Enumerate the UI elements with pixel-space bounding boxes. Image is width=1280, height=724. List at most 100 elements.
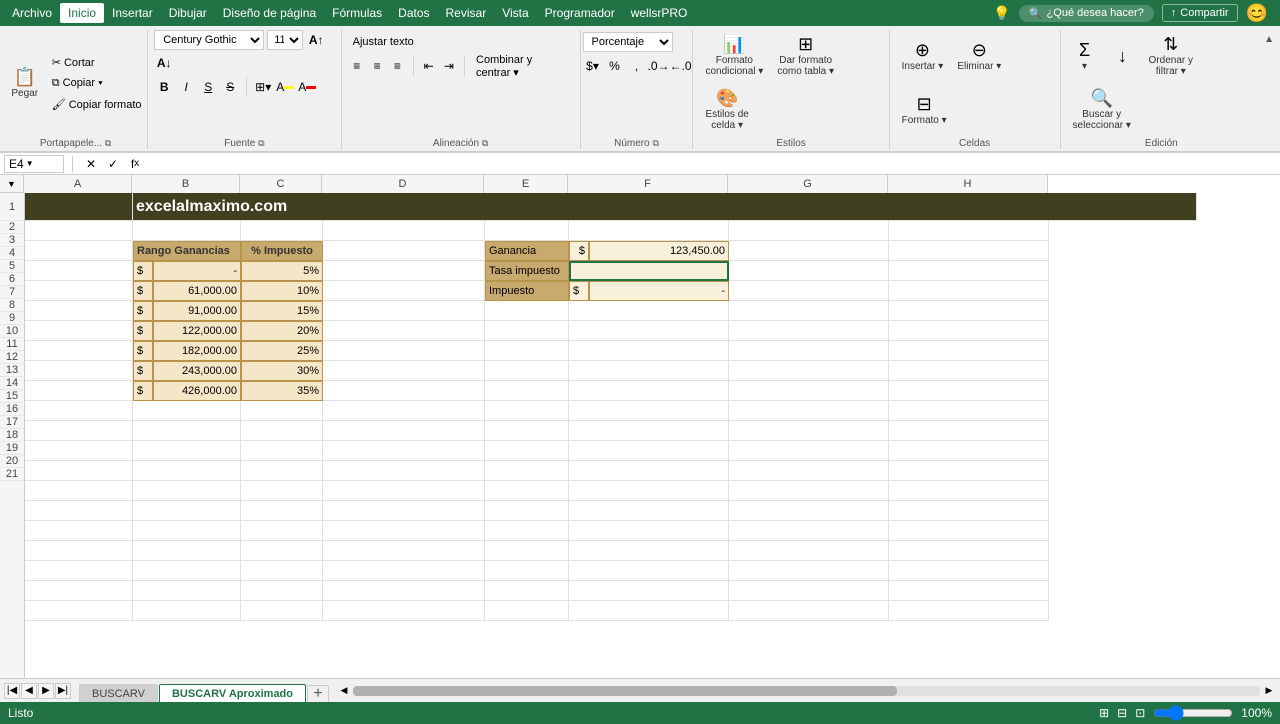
cell-C7-pct[interactable]: 20% bbox=[241, 321, 323, 341]
decimal-increase-button[interactable]: .0→ bbox=[649, 56, 669, 76]
horizontal-scrollbar[interactable]: ◀ ▶ bbox=[337, 684, 1276, 698]
view-normal-icon[interactable]: ⊞ bbox=[1099, 706, 1109, 720]
row-num-13[interactable]: 13 bbox=[0, 364, 24, 377]
cell-F9[interactable] bbox=[569, 361, 729, 381]
row-num-11[interactable]: 11 bbox=[0, 338, 24, 351]
cell-D2[interactable] bbox=[323, 221, 485, 241]
row-num-3[interactable]: 3 bbox=[0, 234, 24, 247]
cell-C5-pct[interactable]: 10% bbox=[241, 281, 323, 301]
lightbulb-icon[interactable]: 💡 bbox=[993, 5, 1010, 22]
cell-B8-value[interactable]: 182,000.00 bbox=[153, 341, 241, 361]
strikethrough-button[interactable]: S bbox=[220, 77, 240, 97]
cell-F12[interactable] bbox=[569, 421, 729, 441]
cell-B20[interactable] bbox=[133, 581, 241, 601]
cell-B5-dollar[interactable]: $ bbox=[133, 281, 153, 301]
row-num-1[interactable]: 1 bbox=[0, 193, 24, 221]
cell-F8[interactable] bbox=[569, 341, 729, 361]
cell-A14[interactable] bbox=[25, 461, 133, 481]
cell-A2[interactable] bbox=[25, 221, 133, 241]
cell-H7[interactable] bbox=[889, 321, 1049, 341]
cell-F21[interactable] bbox=[569, 601, 729, 621]
cell-C19[interactable] bbox=[241, 561, 323, 581]
cell-B5-value[interactable]: 61,000.00 bbox=[153, 281, 241, 301]
cell-D11[interactable] bbox=[323, 401, 485, 421]
cell-H14[interactable] bbox=[889, 461, 1049, 481]
cell-B2[interactable] bbox=[133, 221, 241, 241]
cell-E15[interactable] bbox=[485, 481, 569, 501]
cell-E10[interactable] bbox=[485, 381, 569, 401]
increase-font-button[interactable]: A↑ bbox=[306, 30, 326, 50]
cell-D17[interactable] bbox=[323, 521, 485, 541]
fill-button[interactable]: ↓ bbox=[1105, 30, 1141, 82]
share-button[interactable]: ↑ Compartir bbox=[1162, 4, 1238, 22]
cell-F2[interactable] bbox=[569, 221, 729, 241]
menu-vista[interactable]: Vista bbox=[494, 3, 536, 23]
cell-D15[interactable] bbox=[323, 481, 485, 501]
cell-B9-value[interactable]: 243,000.00 bbox=[153, 361, 241, 381]
cell-A15[interactable] bbox=[25, 481, 133, 501]
cell-C4-pct[interactable]: 5% bbox=[241, 261, 323, 281]
menu-dibujar[interactable]: Dibujar bbox=[161, 3, 215, 23]
cell-H6[interactable] bbox=[889, 301, 1049, 321]
delete-button[interactable]: ⊖ Eliminar ▾ bbox=[951, 30, 1007, 82]
menu-formulas[interactable]: Fórmulas bbox=[324, 3, 390, 23]
cell-D7[interactable] bbox=[323, 321, 485, 341]
cell-G7[interactable] bbox=[729, 321, 889, 341]
menu-revisar[interactable]: Revisar bbox=[438, 3, 495, 23]
cell-B9-dollar[interactable]: $ bbox=[133, 361, 153, 381]
cell-G12[interactable] bbox=[729, 421, 889, 441]
cell-G18[interactable] bbox=[729, 541, 889, 561]
cell-B4-dollar[interactable]: $ bbox=[133, 261, 153, 281]
cell-E19[interactable] bbox=[485, 561, 569, 581]
cell-G11[interactable] bbox=[729, 401, 889, 421]
cell-F18[interactable] bbox=[569, 541, 729, 561]
comma-button[interactable]: , bbox=[627, 56, 647, 76]
cell-G8[interactable] bbox=[729, 341, 889, 361]
cell-H8[interactable] bbox=[889, 341, 1049, 361]
cell-F20[interactable] bbox=[569, 581, 729, 601]
col-header-C[interactable]: C bbox=[240, 175, 322, 193]
cell-F13[interactable] bbox=[569, 441, 729, 461]
cell-C18[interactable] bbox=[241, 541, 323, 561]
cell-B11[interactable] bbox=[133, 401, 241, 421]
cell-D3[interactable] bbox=[323, 241, 485, 261]
cell-G17[interactable] bbox=[729, 521, 889, 541]
font-color-button[interactable]: A bbox=[297, 77, 317, 97]
cell-F5-value[interactable]: - bbox=[589, 281, 729, 301]
conditional-format-button[interactable]: 📊 Formatocondicional ▾ bbox=[699, 30, 769, 82]
cell-A19[interactable] bbox=[25, 561, 133, 581]
underline-button[interactable]: S bbox=[198, 77, 218, 97]
cell-B8-dollar[interactable]: $ bbox=[133, 341, 153, 361]
cell-H3[interactable] bbox=[889, 241, 1049, 261]
cell-H13[interactable] bbox=[889, 441, 1049, 461]
menu-inicio[interactable]: Inicio bbox=[60, 3, 104, 23]
cell-A21[interactable] bbox=[25, 601, 133, 621]
cell-E2[interactable] bbox=[485, 221, 569, 241]
cell-B6-value[interactable]: 91,000.00 bbox=[153, 301, 241, 321]
cell-E9[interactable] bbox=[485, 361, 569, 381]
cell-C20[interactable] bbox=[241, 581, 323, 601]
format-painter-button[interactable]: 🖌 Copiar formato bbox=[47, 94, 147, 114]
cell-G4[interactable] bbox=[729, 261, 889, 281]
cell-G10[interactable] bbox=[729, 381, 889, 401]
ribbon-collapse[interactable]: ▲ bbox=[1262, 30, 1276, 149]
accounting-format-button[interactable]: $▾ bbox=[583, 56, 603, 76]
cell-F7[interactable] bbox=[569, 321, 729, 341]
bold-button[interactable]: B bbox=[154, 77, 174, 97]
formula-input[interactable] bbox=[149, 156, 1276, 172]
search-box[interactable]: 🔍 ¿Qué desea hacer? bbox=[1019, 5, 1154, 22]
cell-F4-empty[interactable] bbox=[569, 261, 729, 281]
cell-D8[interactable] bbox=[323, 341, 485, 361]
cell-G2[interactable] bbox=[729, 221, 889, 241]
cell-F3-value[interactable]: 123,450.00 bbox=[589, 241, 729, 261]
row-num-14[interactable]: 14 bbox=[0, 377, 24, 390]
cell-C16[interactable] bbox=[241, 501, 323, 521]
cell-C14[interactable] bbox=[241, 461, 323, 481]
paste-button[interactable]: 📋 Pegar bbox=[5, 52, 45, 114]
scroll-right-button[interactable]: ▶ bbox=[1262, 684, 1276, 698]
sheet-tab-buscarv[interactable]: BUSCARV bbox=[79, 684, 158, 703]
cell-A8[interactable] bbox=[25, 341, 133, 361]
row-num-21[interactable]: 21 bbox=[0, 468, 24, 481]
row-num-6[interactable]: 6 bbox=[0, 273, 24, 286]
cell-G21[interactable] bbox=[729, 601, 889, 621]
